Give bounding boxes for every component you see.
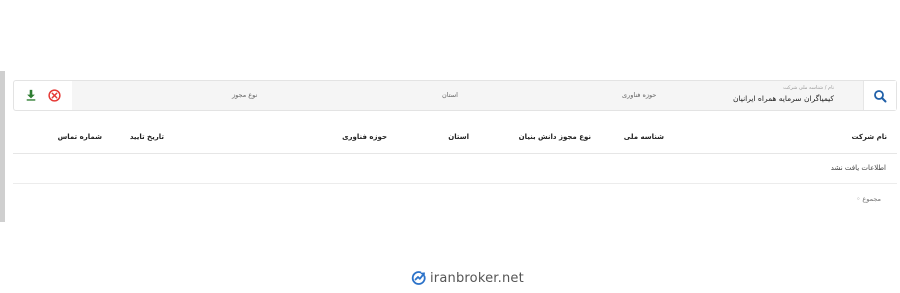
- search-button[interactable]: [863, 81, 896, 110]
- col-license-type[interactable]: نوع مجوز دانش بنیان: [519, 133, 591, 141]
- companies-table: نام شرکت شناسه ملی نوع مجوز دانش بنیان ا…: [13, 121, 897, 214]
- col-company-name[interactable]: نام شرکت: [851, 133, 887, 141]
- table-header: نام شرکت شناسه ملی نوع مجوز دانش بنیان ا…: [13, 121, 897, 154]
- empty-message: اطلاعات یافت نشد: [830, 164, 886, 172]
- total-label: مجموع ◦: [856, 195, 881, 203]
- table-empty-row: اطلاعات یافت نشد: [13, 154, 897, 184]
- col-tech-field[interactable]: حوزه فناوری: [342, 133, 387, 141]
- col-phone[interactable]: شماره تماس: [58, 133, 102, 141]
- tech-field-select[interactable]: حوزه فناوری: [622, 91, 656, 99]
- watermark: iranbroker.net: [411, 270, 524, 286]
- company-field-label: نام / شناسه ملی شرکت: [783, 85, 834, 91]
- download-button[interactable]: [24, 88, 38, 102]
- license-type-select[interactable]: نوع مجوز: [232, 91, 257, 99]
- col-province[interactable]: استان: [448, 133, 469, 141]
- filter-bar: نوع مجوز استان حوزه فناوری نام / شناسه م…: [13, 80, 897, 111]
- clear-filters-button[interactable]: [47, 88, 61, 102]
- download-icon: [26, 89, 36, 101]
- logo-icon: [411, 271, 426, 285]
- page-scrollbar[interactable]: [0, 71, 5, 222]
- search-icon: [874, 89, 887, 102]
- province-select[interactable]: استان: [442, 91, 458, 99]
- watermark-text: iranbroker.net: [430, 270, 524, 286]
- close-circle-icon: [47, 88, 61, 102]
- col-national-id[interactable]: شناسه ملی: [624, 133, 664, 141]
- table-footer: مجموع ◦: [13, 184, 897, 214]
- company-field-value[interactable]: کیمیاگران سرمایه همراه ایرانیان: [714, 92, 834, 106]
- filter-fields: نوع مجوز استان حوزه فناوری نام / شناسه م…: [72, 81, 876, 110]
- col-approval-date[interactable]: تاریخ تایید: [130, 133, 164, 141]
- company-search-field[interactable]: نام / شناسه ملی شرکت کیمیاگران سرمایه هم…: [714, 85, 834, 106]
